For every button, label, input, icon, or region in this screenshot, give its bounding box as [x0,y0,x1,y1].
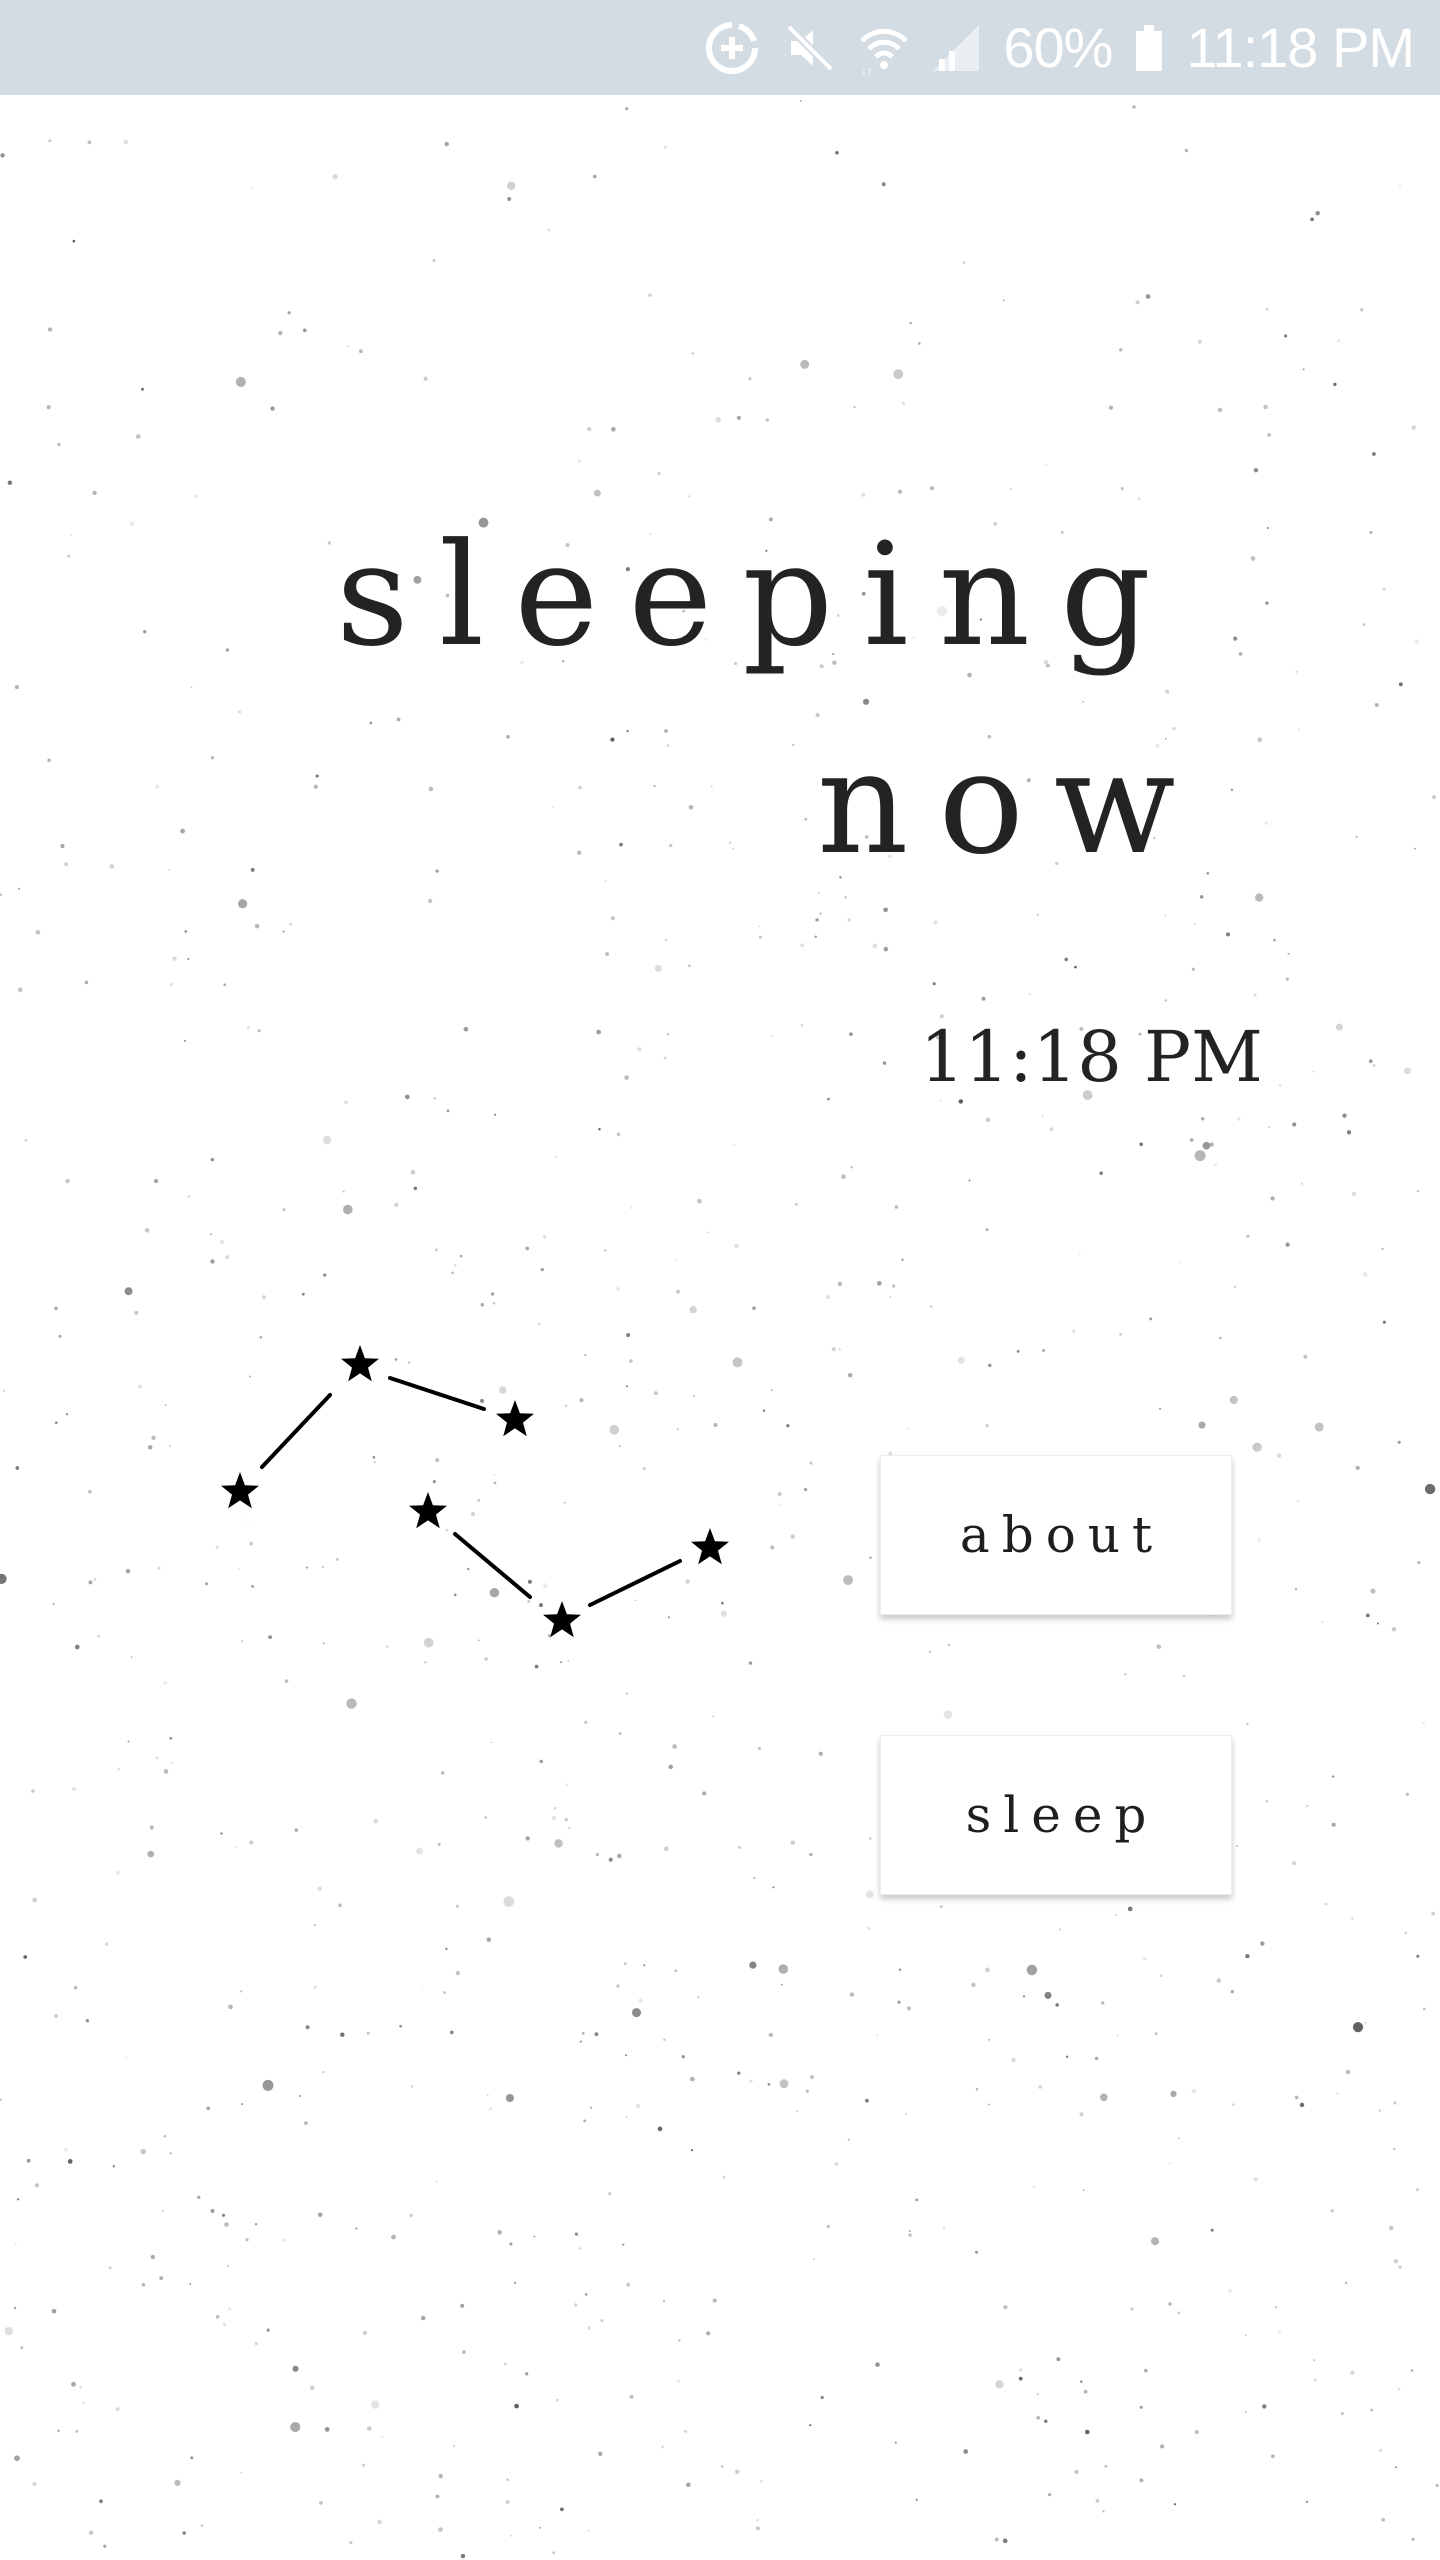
constellation-stars [221,1345,729,1638]
sleep-button[interactable]: sleep [880,1735,1232,1895]
star-icon [409,1492,447,1529]
star-icon [341,1345,379,1382]
star-icon [496,1400,534,1437]
star-icon [691,1528,729,1565]
constellation-line [388,1376,486,1411]
constellation-lines [260,1376,682,1607]
constellation-line [588,1559,682,1607]
app-screen: ↓↑ 60% 11:18 PM sleeping now 11:18 PM ab… [0,0,1440,2560]
constellation-line [260,1393,332,1469]
star-icon [221,1472,259,1509]
star-icon [543,1601,581,1638]
constellation-line [453,1532,532,1599]
about-button[interactable]: about [880,1455,1232,1615]
constellation-icon [221,1345,729,1638]
